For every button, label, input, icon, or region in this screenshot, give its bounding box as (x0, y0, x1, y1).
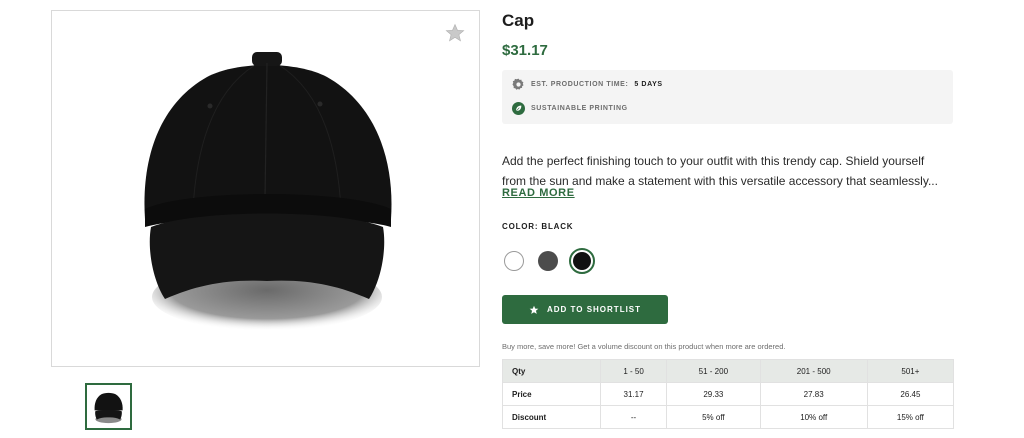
color-swatch-grey[interactable] (538, 251, 558, 271)
table-cell: 31.17 (599, 382, 668, 406)
star-icon (529, 305, 539, 314)
table-row: Price 31.17 29.33 27.83 26.45 (502, 382, 955, 406)
table-cell: -- (599, 405, 668, 429)
cap-image (144, 52, 392, 331)
favorite-star-icon[interactable] (445, 23, 465, 43)
table-cell: Discount (502, 405, 601, 429)
production-time-label: EST. PRODUCTION TIME: (531, 81, 629, 88)
table-header-cell: 1 - 50 (599, 359, 668, 383)
leaf-icon (512, 102, 525, 115)
table-cell: 29.33 (666, 382, 761, 406)
add-to-shortlist-label: ADD TO SHORTLIST (546, 305, 642, 314)
gear-icon (512, 78, 524, 90)
product-thumbnail[interactable] (85, 383, 132, 430)
table-header-cell: 201 - 500 (759, 359, 868, 383)
product-info-panel: EST. PRODUCTION TIME: 5 DAYS SUSTAINABLE… (502, 70, 953, 124)
table-header-row: Qty 1 - 50 51 - 200 201 - 500 501+ (502, 359, 955, 383)
color-swatch-black[interactable] (573, 252, 591, 270)
table-row: Discount -- 5% off 10% off 15% off (502, 405, 955, 429)
table-cell: 5% off (666, 405, 761, 429)
production-time-value: 5 DAYS (634, 81, 663, 88)
product-price: $31.17 (502, 42, 548, 59)
sustainable-printing-row: SUSTAINABLE PRINTING (512, 102, 628, 115)
volume-pricing-table: Qty 1 - 50 51 - 200 201 - 500 501+ Price… (502, 359, 955, 429)
table-header-cell: 51 - 200 (666, 359, 761, 383)
table-cell: 15% off (866, 405, 955, 429)
product-description: Add the perfect finishing touch to your … (502, 151, 952, 191)
volume-discount-note: Buy more, save more! Get a volume discou… (502, 342, 786, 351)
table-cell: 26.45 (866, 382, 955, 406)
table-cell: 10% off (759, 405, 868, 429)
table-header-cell: 501+ (866, 359, 955, 383)
color-swatch-white[interactable] (504, 251, 524, 271)
product-main-image (51, 10, 480, 367)
table-cell: Price (502, 382, 601, 406)
color-label: COLOR: BLACK (502, 222, 574, 231)
add-to-shortlist-button[interactable]: ADD TO SHORTLIST (502, 295, 668, 324)
table-cell: 27.83 (759, 382, 868, 406)
description-line-1: Add the perfect finishing touch to your … (502, 154, 925, 168)
product-title: Cap (502, 11, 535, 30)
table-header-cell: Qty (502, 359, 601, 383)
sustainable-printing-label: SUSTAINABLE PRINTING (531, 105, 628, 112)
production-time-row: EST. PRODUCTION TIME: 5 DAYS (512, 78, 663, 91)
read-more-link[interactable]: READ MORE (502, 187, 575, 199)
cap-thumbnail-image (94, 392, 123, 424)
